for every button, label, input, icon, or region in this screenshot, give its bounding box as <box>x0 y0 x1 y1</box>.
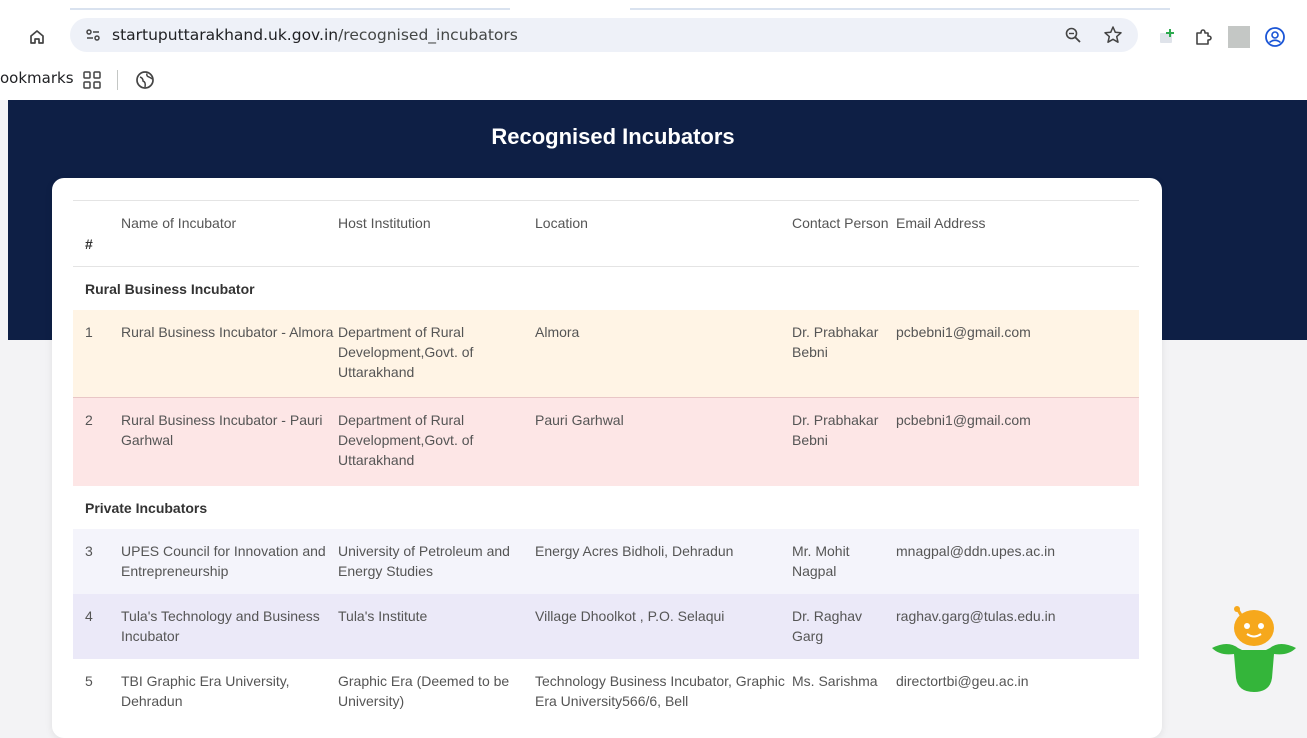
cell-host: Department of Rural Development,Govt. of… <box>338 397 535 486</box>
table-header-row: # Name of Incubator Host Institution Loc… <box>73 200 1139 267</box>
table-row: 3 UPES Council for Innovation and Entrep… <box>73 528 1139 594</box>
cell-name: Tula's Technology and Business Incubator <box>121 607 320 644</box>
bookmark-divider <box>117 70 118 90</box>
cell-num: 3 <box>85 542 93 559</box>
tab-divider <box>70 8 510 10</box>
cell-name: TBI Graphic Era University, Dehradun <box>121 672 290 709</box>
tab-strip <box>0 0 1307 12</box>
star-icon[interactable] <box>1102 24 1124 46</box>
cell-email: directortbi@geu.ac.in <box>896 672 1029 689</box>
section-row: Private Incubators <box>73 486 1139 529</box>
puzzle-icon[interactable] <box>1192 26 1214 48</box>
bookmarks-label[interactable]: ookmarks <box>0 69 74 87</box>
home-icon[interactable] <box>26 26 48 48</box>
cell-host: Graphic Era (Deemed to be University) <box>338 672 510 709</box>
address-bar-row: startuputtarakhand.uk.gov.in/recognised_… <box>0 12 1307 60</box>
table-row: 2 Rural Business Incubator - Pauri Garhw… <box>73 397 1139 486</box>
cell-contact: Dr. Prabhakar Bebni <box>792 397 896 486</box>
url-text: startuputtarakhand.uk.gov.in/recognised_… <box>112 26 518 44</box>
toolbar-divider <box>1228 26 1250 48</box>
cell-location: Almora <box>535 323 580 340</box>
cell-num: 4 <box>85 607 93 624</box>
table-row: 1 Rural Business Incubator - Almora Depa… <box>73 309 1139 398</box>
section-title: Rural Business Incubator <box>85 281 255 297</box>
incubators-table: # Name of Incubator Host Institution Loc… <box>73 200 1139 724</box>
cell-name: Rural Business Incubator - Pauri Garhwal <box>121 397 338 486</box>
page-content: Recognised Incubators # Name of Incubato… <box>8 100 1307 738</box>
globe-icon[interactable] <box>135 70 155 90</box>
profile-icon[interactable] <box>1264 26 1286 48</box>
apps-grid-icon[interactable] <box>82 70 102 90</box>
bookmarks-bar: ookmarks <box>0 60 1307 100</box>
cell-num: 5 <box>85 672 93 689</box>
cell-location: Pauri Garhwal <box>535 397 792 486</box>
cell-host: University of Petroleum and Energy Studi… <box>338 542 510 579</box>
cell-host: Department of Rural Development,Govt. of… <box>338 323 474 380</box>
tab-divider <box>630 8 1170 10</box>
header-location: Location <box>535 200 792 267</box>
header-host: Host Institution <box>338 200 535 267</box>
cell-host: Tula's Institute <box>338 607 428 624</box>
cell-email: raghav.garg@tulas.edu.in <box>896 607 1056 624</box>
cell-contact: Ms. Sarishma <box>792 672 878 689</box>
incubators-card: # Name of Incubator Host Institution Loc… <box>52 178 1162 738</box>
cell-email: pcbebni1@gmail.com <box>896 397 1139 486</box>
cell-location: Energy Acres Bidholi, Dehradun <box>535 542 734 559</box>
section-row: Rural Business Incubator <box>73 267 1139 310</box>
cell-location: Technology Business Incubator, Graphic E… <box>535 672 785 709</box>
header-num: # <box>73 200 121 267</box>
zoom-icon[interactable] <box>1062 24 1084 46</box>
chatbot-mascot-icon[interactable] <box>1208 600 1298 700</box>
cell-contact: Dr. Raghav Garg <box>792 607 863 644</box>
header-name: Name of Incubator <box>121 200 338 267</box>
cell-num: 2 <box>73 397 121 486</box>
extension-add-icon[interactable] <box>1156 26 1178 48</box>
section-title: Private Incubators <box>85 499 208 516</box>
cell-name: UPES Council for Innovation and Entrepre… <box>121 542 326 579</box>
cell-location: Village Dhoolkot , P.O. Selaqui <box>535 607 725 624</box>
cell-email: pcbebni1@gmail.com <box>896 323 1031 340</box>
page-title: Recognised Incubators <box>491 124 735 149</box>
site-info-icon[interactable] <box>82 24 104 46</box>
address-bar[interactable]: startuputtarakhand.uk.gov.in/recognised_… <box>70 18 1138 52</box>
header-email: Email Address <box>896 200 1139 267</box>
header-contact: Contact Person <box>792 200 896 267</box>
cell-name: Rural Business Incubator - Almora <box>121 323 334 340</box>
url-path: /recognised_incubators <box>338 26 518 44</box>
cell-email: mnagpal@ddn.upes.ac.in <box>896 542 1055 559</box>
table-row: 5 TBI Graphic Era University, Dehradun G… <box>73 658 1139 724</box>
cell-contact: Mr. Mohit Nagpal <box>792 542 850 579</box>
cell-num: 1 <box>85 323 93 340</box>
cell-contact: Dr. Prabhakar Bebni <box>792 323 879 360</box>
table-row: 4 Tula's Technology and Business Incubat… <box>73 593 1139 659</box>
url-host: startuputtarakhand.uk.gov.in <box>112 26 339 44</box>
